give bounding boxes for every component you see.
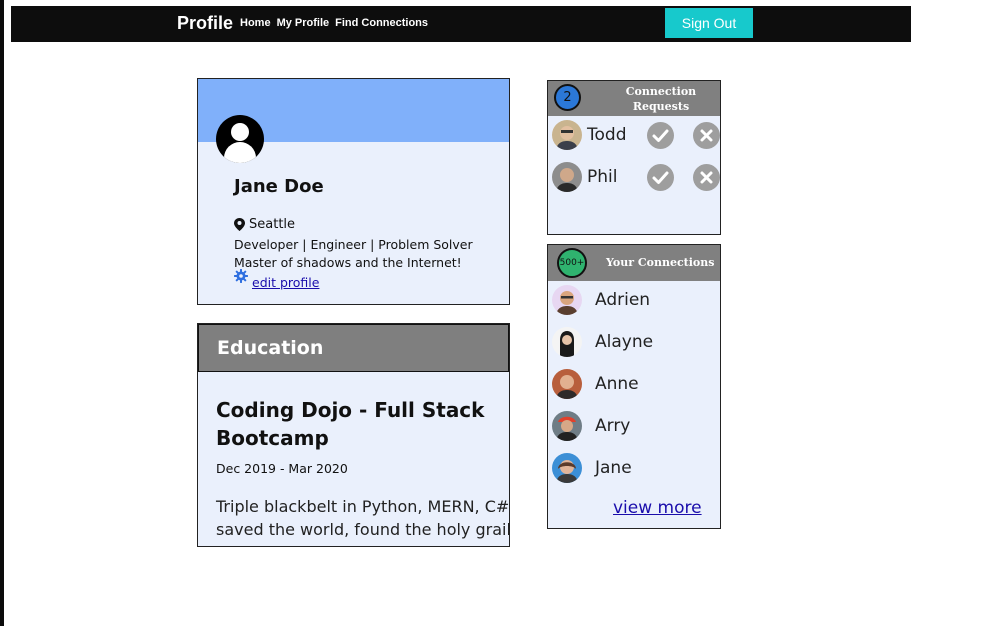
avatar [552,369,582,399]
brand-title: Profile [177,13,234,33]
request-name: Todd [587,125,627,145]
request-row: Phil [552,162,720,194]
connection-requests-title: Connection Requests [620,84,702,114]
your-connections-header: 500+ Your Connections [548,245,720,281]
x-icon [700,171,713,184]
education-school: Coding Dojo - Full Stack Bootcamp [216,398,485,450]
connection-row[interactable]: Jane [552,453,720,485]
view-more-link[interactable]: view more [613,498,702,518]
decline-request-button[interactable] [693,122,720,149]
title-line: Requests [632,100,690,113]
check-icon [652,129,669,142]
education-card: Education Coding Dojo - Full Stack Bootc… [197,323,510,547]
navbar: Profile Home My Profile Find Connections… [11,6,911,42]
connection-name[interactable]: Arry [595,416,630,436]
gear-icon[interactable] [234,269,248,283]
connection-name[interactable]: Anne [595,374,639,394]
connection-row[interactable]: Adrien [552,285,720,317]
education-description: Triple blackbelt in Python, MERN, C#, sa… [216,495,510,541]
connections-count-badge: 500+ [557,248,587,278]
your-connections-title: Your Connections [606,256,715,269]
accept-request-button[interactable] [647,122,674,149]
location-text: Seattle [249,217,296,232]
user-avatar-icon [216,115,264,163]
connection-row[interactable]: Alayne [552,327,720,359]
profile-card: Jane Doe Seattle Developer | Engineer | … [197,78,510,305]
profile-location: Seattle [234,217,295,232]
x-icon [700,129,713,142]
map-pin-icon [234,218,245,231]
request-row: Todd [552,120,720,152]
profile-name: Jane Doe [234,176,324,197]
education-description-line: Triple blackbelt in Python, MERN, C#, [216,497,510,516]
accept-request-button[interactable] [647,164,674,191]
connection-name[interactable]: Alayne [595,332,653,352]
edit-profile-link[interactable]: edit profile [252,275,319,290]
avatar [552,162,582,192]
decline-request-button[interactable] [693,164,720,191]
nav-link-home[interactable]: Home [240,17,271,29]
avatar [552,453,582,483]
window-edge [0,0,4,626]
education-dates: Dec 2019 - Mar 2020 [216,461,348,476]
request-name: Phil [587,167,618,187]
nav-link-my-profile[interactable]: My Profile [277,17,330,29]
nav-link-find-connections[interactable]: Find Connections [335,17,428,29]
education-description-line: saved the world, found the holy grail [216,520,510,539]
connection-requests-header: 2 Connection Requests [548,81,720,116]
avatar [552,285,582,315]
connection-row[interactable]: Arry [552,411,720,443]
nav-links: Home My Profile Find Connections [240,17,428,29]
check-icon [652,171,669,184]
title-line: Connection [625,85,697,98]
connection-requests-card: 2 Connection Requests Todd Phil [547,80,721,235]
connection-name[interactable]: Jane [595,458,632,478]
profile-bio: Master of shadows and the Internet! [234,255,462,270]
request-count-badge: 2 [554,84,581,111]
connection-name[interactable]: Adrien [595,290,650,310]
avatar [552,411,582,441]
profile-headline: Developer | Engineer | Problem Solver [234,237,473,252]
edit-profile-row: edit profile [234,269,319,290]
your-connections-card: 500+ Your Connections Adrien Alayne Anne… [547,244,721,529]
connection-row[interactable]: Anne [552,369,720,401]
sign-out-button[interactable]: Sign Out [665,8,753,38]
avatar [552,120,582,150]
avatar [552,327,582,357]
education-title: Education [217,337,324,359]
education-header: Education [198,324,509,372]
